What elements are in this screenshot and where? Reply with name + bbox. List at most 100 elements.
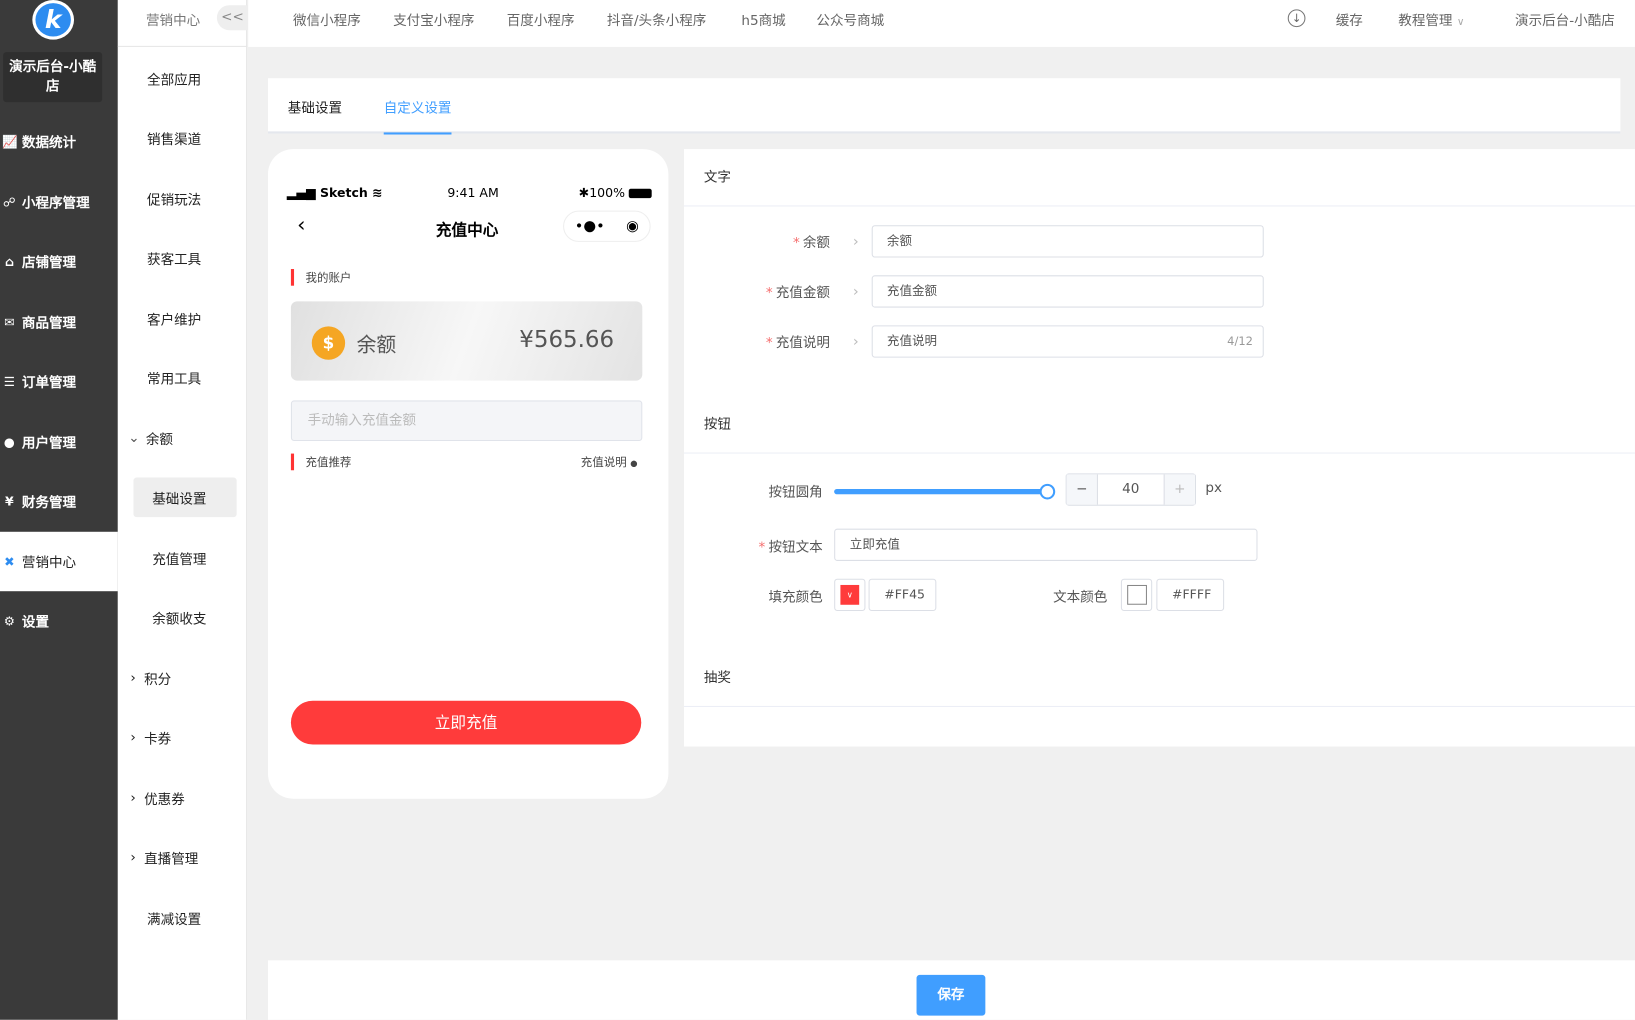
- topnav-alipay[interactable]: 支付宝小程序: [393, 9, 474, 30]
- tab-custom[interactable]: 自定义设置: [383, 97, 452, 135]
- nav-label: 小程序管理: [21, 196, 90, 212]
- topnav-wechat[interactable]: 微信小程序: [293, 9, 361, 30]
- radius-stepper[interactable]: −40 +: [1065, 473, 1196, 506]
- nav-orders[interactable]: ☰ 订单管理: [0, 351, 118, 410]
- plus-button[interactable]: +: [1163, 474, 1195, 505]
- phone-preview: ▂▄▆ Sketch ≋ 9:41 AM ✱100% ‹ 充值中心 •●• ◉ 我…: [267, 149, 669, 799]
- capsule-menu[interactable]: •●• ◉: [563, 210, 651, 242]
- nav-label: 数据统计: [21, 135, 77, 152]
- collapse-button[interactable]: <<: [216, 5, 249, 31]
- submenu-item[interactable]: 促销玩法: [118, 178, 247, 218]
- submenu-header: 营销中心 <<: [117, 0, 249, 47]
- nav-miniprogram[interactable]: ☍ 小程序管理: [0, 172, 118, 231]
- chevron-down-icon: ∨: [840, 584, 860, 605]
- custom-settings-form: 文字 * 余额 › 余额 * 充值金额 › 充值金额 * 充值说明 › 充值说明 4/12 按钮 按…: [684, 149, 1635, 747]
- submenu-item-basic-settings[interactable]: 基础设置: [133, 477, 237, 518]
- recharge-amount-input[interactable]: 手动输入充值金额: [290, 400, 643, 442]
- sub-sidebar: 营销中心 << 全部应用 销售渠道 促销玩法 获客工具 客户维护 常用工具 ⌄ 余…: [117, 0, 249, 1020]
- fill-color-picker[interactable]: ∨: [834, 578, 866, 612]
- back-icon[interactable]: ‹: [297, 212, 305, 237]
- group-label: 优惠券: [144, 791, 185, 808]
- submenu-group-balance[interactable]: ⌄ 余额: [118, 418, 247, 458]
- radius-slider[interactable]: [834, 483, 1056, 500]
- section-button: 按钮: [684, 396, 1635, 454]
- radius-label: 按钮圆角: [768, 484, 823, 501]
- account-menu[interactable]: 演示后台-小酷店: [1515, 9, 1615, 30]
- balance-card: $ 余额 ¥565.66: [290, 301, 643, 381]
- radius-value[interactable]: 40: [1098, 474, 1164, 504]
- main-sidebar: k 演示后台-小酷店 📈 数据统计 ☍ 小程序管理 ⌂ 店铺管理 ✉ 商品管理 ☰ 订单管…: [0, 0, 118, 1020]
- nav-label: 用户管理: [21, 435, 77, 452]
- shop-icon: ⌂: [4, 253, 14, 269]
- group-label: 直播管理: [144, 851, 199, 868]
- save-button[interactable]: 保存: [916, 974, 986, 1016]
- nav-users[interactable]: ● 用户管理: [0, 412, 118, 471]
- wifi-icon: ≋: [372, 185, 383, 201]
- fill-color-label: 填充颜色: [768, 590, 823, 606]
- topnav-official[interactable]: 公众号商城: [816, 9, 884, 30]
- unit-label: px: [1205, 480, 1222, 497]
- target-icon: ◉: [626, 217, 639, 235]
- nav-data-stats[interactable]: 📈 数据统计: [0, 112, 118, 171]
- button-text-input[interactable]: 立即充值: [834, 528, 1258, 561]
- chevron-right-icon: ›: [130, 789, 136, 806]
- recharge-amount-text-input[interactable]: 充值金额: [871, 275, 1264, 308]
- submenu-group[interactable]: › 直播管理: [118, 837, 247, 877]
- balance-text-input[interactable]: 余额: [871, 225, 1264, 258]
- text-color-input[interactable]: #FFFF: [1156, 578, 1225, 612]
- nav-label: 订单管理: [21, 375, 77, 392]
- fill-color-input[interactable]: #FF45: [868, 578, 937, 612]
- coin-icon: $: [311, 326, 346, 360]
- submenu-group[interactable]: › 积分: [118, 658, 247, 698]
- submenu-item[interactable]: 满减设置: [118, 898, 247, 938]
- topnav-douyin[interactable]: 抖音/头条小程序: [607, 9, 706, 30]
- submenu-item[interactable]: 常用工具: [118, 358, 247, 398]
- submenu-item[interactable]: 获客工具: [118, 238, 247, 278]
- recommend-heading: 充值推荐: [290, 453, 351, 471]
- info-icon: ●: [630, 458, 638, 469]
- download-icon[interactable]: ↓: [1287, 9, 1306, 28]
- shop-name[interactable]: 演示后台-小酷店: [3, 52, 103, 103]
- submenu-item-recharge[interactable]: 充值管理: [118, 538, 247, 578]
- bluetooth-icon: ✱: [578, 185, 590, 201]
- chevron-right-icon: ›: [852, 333, 859, 350]
- tab-basic[interactable]: 基础设置: [288, 97, 342, 117]
- settings-tabs: 基础设置 自定义设置: [267, 78, 1621, 135]
- more-icon: •●•: [574, 217, 605, 235]
- submenu-item[interactable]: 全部应用: [118, 58, 247, 98]
- cache-button[interactable]: 缓存: [1336, 9, 1363, 30]
- nav-finance[interactable]: ¥ 财务管理: [0, 471, 118, 530]
- submenu-item[interactable]: 客户维护: [118, 298, 247, 338]
- submenu-item[interactable]: 销售渠道: [118, 118, 247, 158]
- nav-shop[interactable]: ⌂ 店铺管理: [0, 231, 118, 290]
- slider-handle[interactable]: [1039, 483, 1056, 500]
- explain-link[interactable]: 充值说明 ●: [581, 454, 638, 471]
- submenu-group[interactable]: › 卡券: [118, 717, 247, 757]
- nav-goods[interactable]: ✉ 商品管理: [0, 292, 118, 351]
- submenu-title: 营销中心: [145, 13, 201, 30]
- minus-button[interactable]: −: [1066, 474, 1098, 505]
- text-color-label: 文本颜色: [1053, 590, 1108, 606]
- group-label: 卡券: [144, 731, 172, 748]
- balance-label: 余额: [356, 333, 397, 357]
- tutorial-label: 教程管理: [1398, 13, 1453, 30]
- nav-label: 设置: [21, 615, 50, 631]
- chevron-down-icon: ⌄: [128, 430, 140, 446]
- logo: k: [32, 0, 75, 40]
- gear-icon: ⚙: [3, 613, 15, 629]
- text-color-picker[interactable]: [1120, 578, 1153, 612]
- submenu-group[interactable]: › 优惠券: [118, 778, 247, 818]
- topnav-baidu[interactable]: 百度小程序: [507, 9, 575, 30]
- tutorial-menu[interactable]: 教程管理 ∨: [1398, 9, 1464, 30]
- section-text: 文字: [684, 149, 1635, 207]
- section-lottery: 抽奖: [684, 650, 1635, 707]
- submenu-item-balance-flow[interactable]: 余额收支: [118, 597, 247, 637]
- topnav-h5[interactable]: h5商城: [741, 9, 785, 30]
- nav-marketing[interactable]: ✖ 营销中心: [0, 531, 118, 592]
- battery-icon: [628, 188, 652, 199]
- nav-label: 商品管理: [21, 315, 77, 332]
- recharge-button[interactable]: 立即充值: [290, 700, 642, 745]
- link-icon: ☍: [3, 194, 16, 210]
- recharge-explain-input[interactable]: 充值说明 4/12: [871, 325, 1264, 358]
- nav-settings[interactable]: ⚙ 设置: [0, 591, 118, 650]
